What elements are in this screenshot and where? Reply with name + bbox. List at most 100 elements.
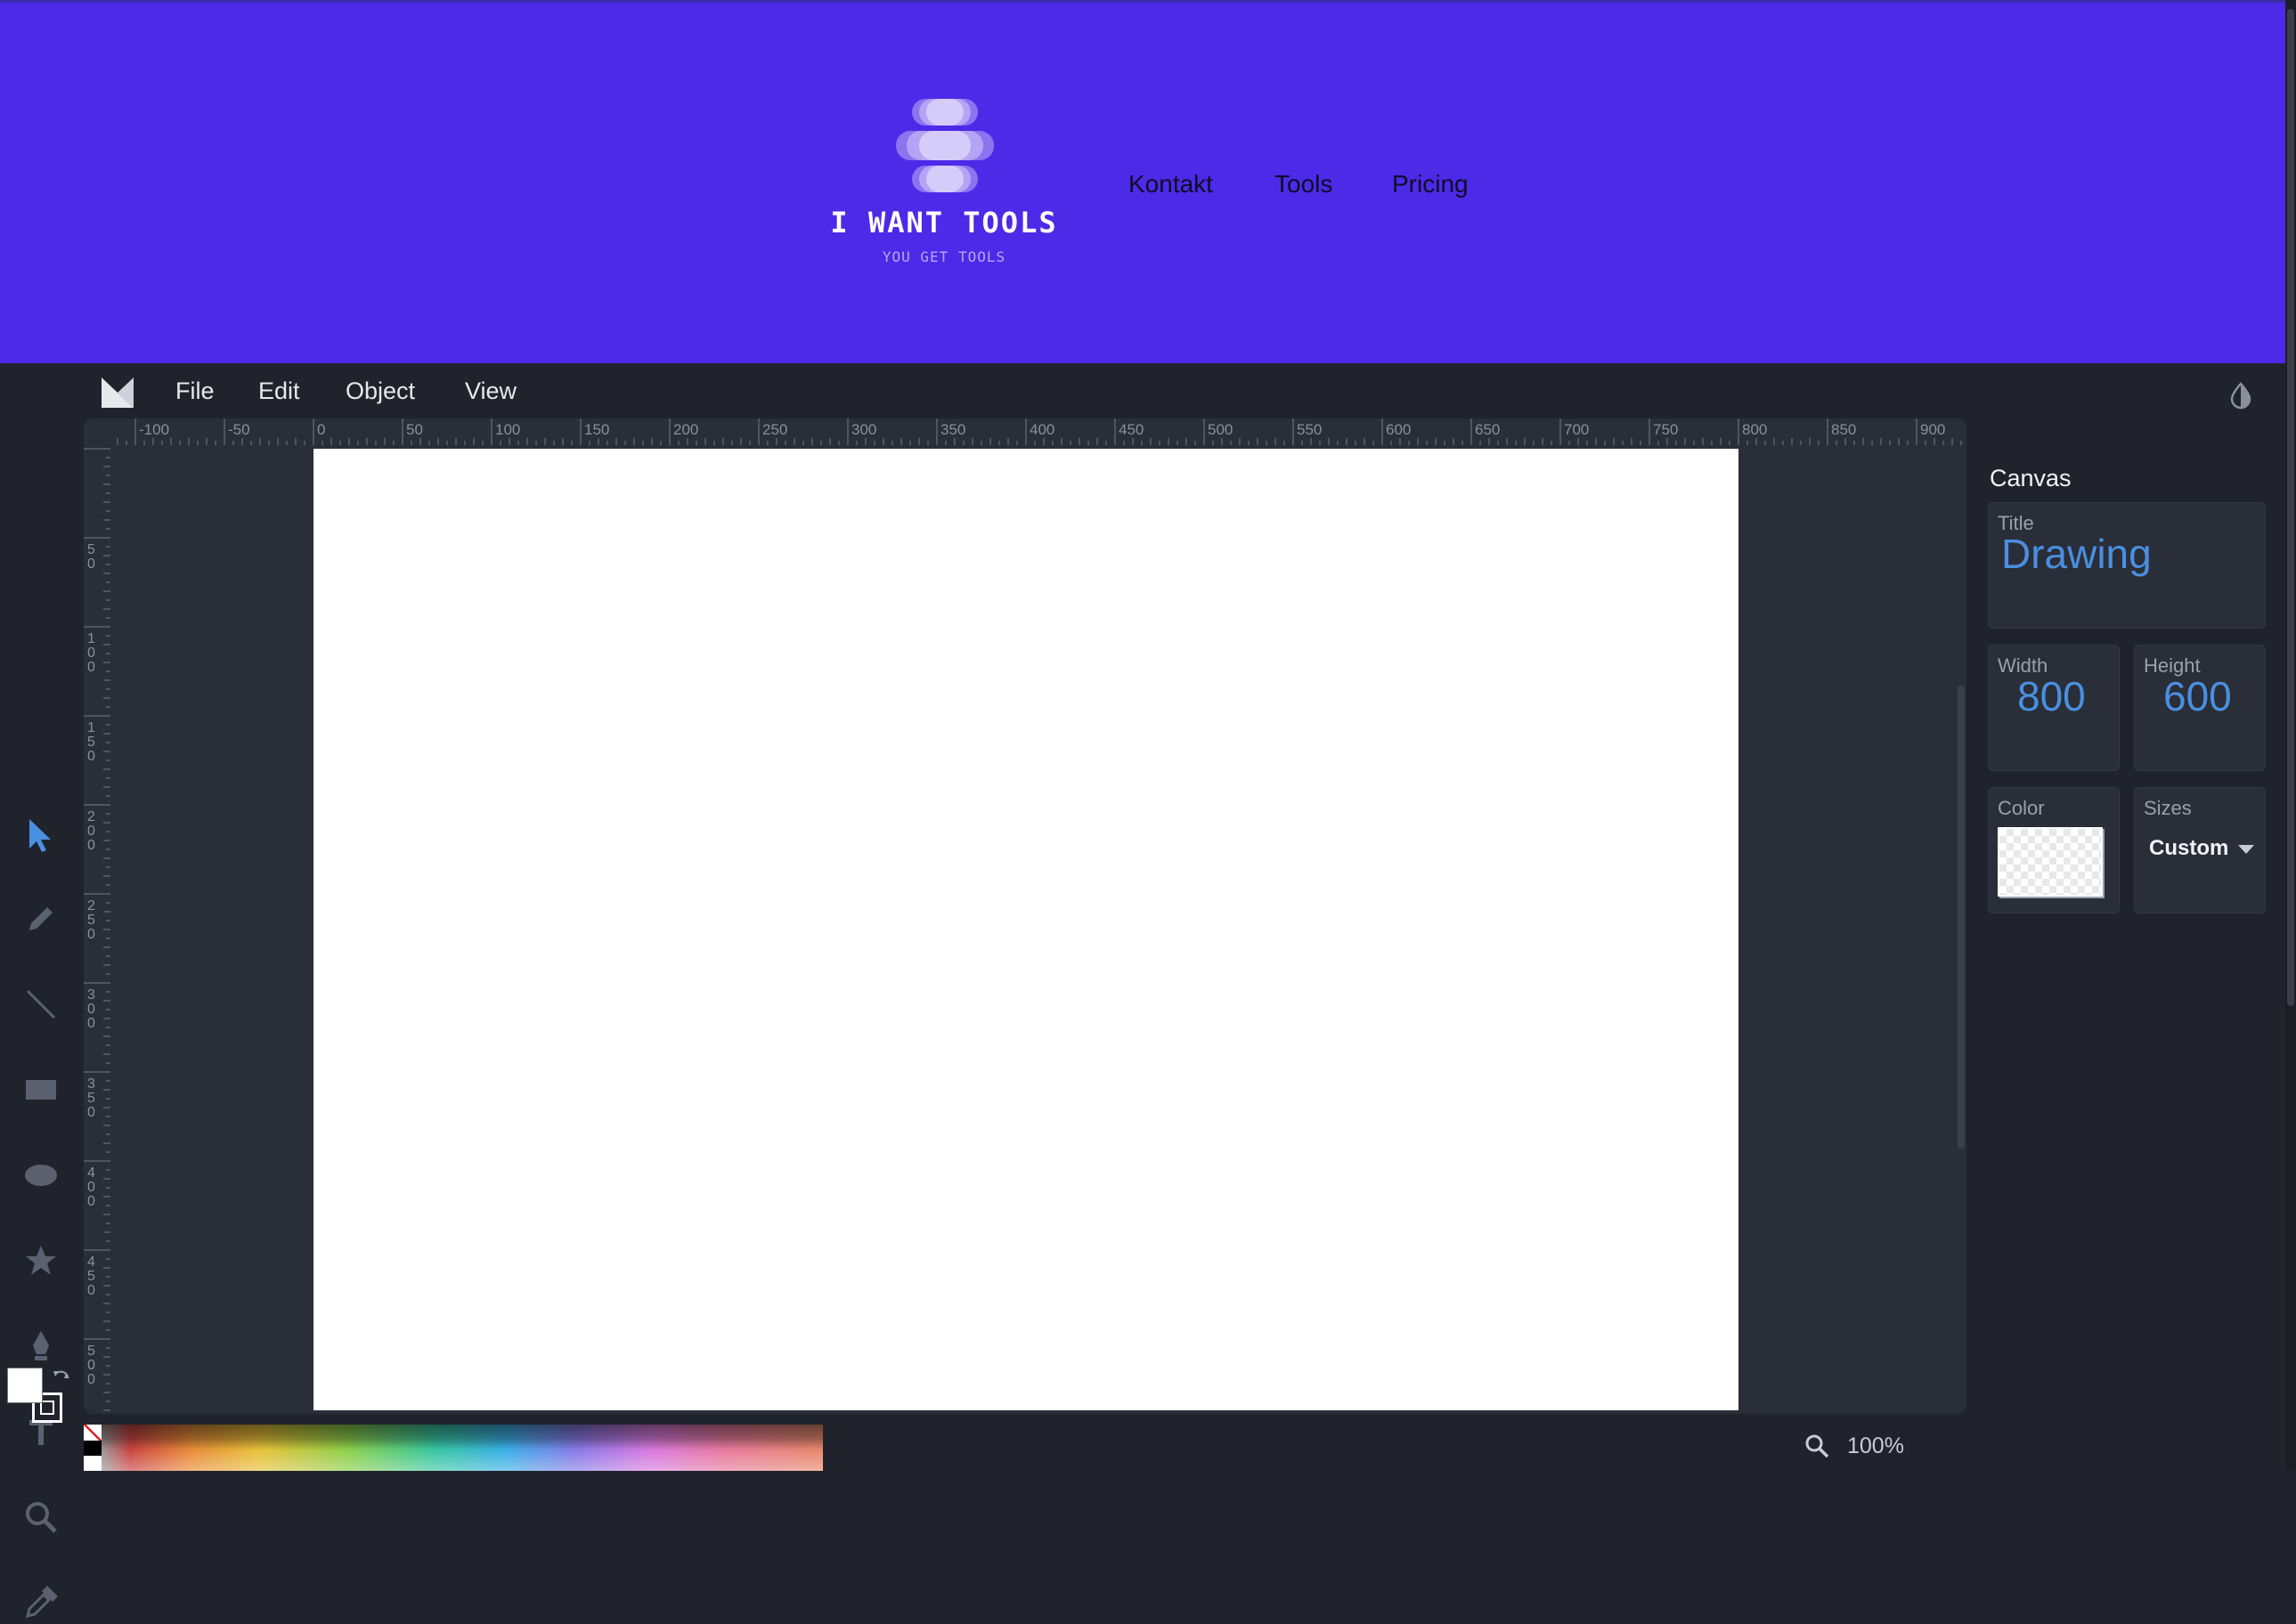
tool-star[interactable] <box>20 1239 62 1282</box>
tool-zoom[interactable] <box>20 1496 62 1539</box>
chevron-down-icon[interactable] <box>2238 845 2254 854</box>
ruler-h-label: 0 <box>317 421 325 438</box>
theme-toggle-icon[interactable] <box>2227 381 2255 410</box>
fill-color-swatch[interactable] <box>7 1368 43 1403</box>
title-field[interactable]: Title Drawing <box>1988 502 2266 629</box>
tool-select[interactable] <box>20 814 62 857</box>
ruler-h-label: 550 <box>1297 421 1322 438</box>
palette-white-color[interactable] <box>84 1456 102 1471</box>
palette-none-color[interactable] <box>84 1425 102 1441</box>
logo-title: I WANT TOOLS <box>830 206 1058 240</box>
page-scrollbar-thumb[interactable] <box>2287 9 2294 1006</box>
drawing-canvas[interactable] <box>313 449 1738 1410</box>
zoom-level[interactable]: 100% <box>1847 1433 1904 1459</box>
ruler-h-label: 100 <box>495 421 520 438</box>
properties-panel: Canvas Title Drawing Width 800 Height 60… <box>1979 452 2273 1432</box>
ruler-v-label: 50 <box>87 542 95 572</box>
height-field[interactable]: Height 600 <box>2134 645 2266 771</box>
page-scrollbar[interactable] <box>2285 0 2296 1471</box>
tool-pencil[interactable] <box>20 897 62 940</box>
zoom-control[interactable]: 100% <box>1803 1428 1936 1464</box>
menu-object[interactable]: Object <box>346 378 415 405</box>
ruler-v-label: 500 <box>87 1344 95 1387</box>
ruler-v-label: 450 <box>87 1255 95 1298</box>
width-value[interactable]: 800 <box>2017 672 2086 720</box>
ruler-h-label: 150 <box>584 421 609 438</box>
height-value[interactable]: 600 <box>2163 672 2232 720</box>
color-field: Color <box>1988 787 2120 914</box>
drawing-editor: File Edit Object View -100 -50 0 50 100 … <box>0 363 2285 1619</box>
nav-link-tools[interactable]: Tools <box>1274 170 1332 199</box>
ruler-h-label: 450 <box>1119 421 1144 438</box>
pen-icon <box>33 1331 49 1360</box>
rectangle-icon <box>26 1080 56 1100</box>
title-value[interactable]: Drawing <box>2001 530 2152 578</box>
line-icon <box>26 989 56 1019</box>
ruler-h-label: 500 <box>1208 421 1233 438</box>
ruler-v-label: 200 <box>87 809 95 853</box>
tool-eyedropper[interactable] <box>20 1581 62 1624</box>
star-icon <box>26 1246 56 1275</box>
ruler-v-label: 150 <box>87 720 95 764</box>
ruler-v-label: 350 <box>87 1076 95 1120</box>
eyedropper-icon <box>25 1586 58 1619</box>
canvas-color-swatch[interactable] <box>1998 827 2103 897</box>
ruler-h-label: 200 <box>673 421 698 438</box>
site-header: I WANT TOOLS YOU GET TOOLS Kontakt Tools… <box>0 0 2296 363</box>
ruler-h-label: 250 <box>762 421 787 438</box>
toolbar <box>0 418 84 1619</box>
zoom-icon <box>26 1502 57 1533</box>
horizontal-ruler: -100 -50 0 50 100 150 200 250 300 350 400 450 500 550… <box>110 418 1966 445</box>
menubar: File Edit Object View <box>0 363 2285 418</box>
menu-file[interactable]: File <box>175 378 215 405</box>
ruler-v-label: 250 <box>87 898 95 942</box>
ruler-h-label: 650 <box>1475 421 1500 438</box>
menu-view[interactable]: View <box>465 378 517 405</box>
color-label: Color <box>1998 797 2045 819</box>
nav-link-kontakt[interactable]: Kontakt <box>1128 170 1213 199</box>
swap-colors-icon[interactable] <box>52 1368 71 1387</box>
ruler-h-label: 350 <box>940 421 965 438</box>
tool-ellipse[interactable] <box>20 1154 62 1197</box>
ruler-h-label: 750 <box>1653 421 1678 438</box>
nav-link-pricing[interactable]: Pricing <box>1392 170 1469 199</box>
ruler-h-label: 50 <box>406 421 423 438</box>
color-swatches <box>7 1368 73 1430</box>
color-palette[interactable] <box>84 1425 823 1471</box>
palette-black-color[interactable] <box>84 1441 102 1456</box>
ruler-h-label: 800 <box>1742 421 1767 438</box>
ruler-h-label: -50 <box>228 421 250 438</box>
ruler-corner <box>84 418 110 445</box>
panel-heading: Canvas <box>1990 465 2072 491</box>
menu-edit[interactable]: Edit <box>258 378 300 405</box>
vertical-ruler: 501001502002503003504004505005 <box>84 445 110 1414</box>
app-logo-icon[interactable] <box>102 378 134 408</box>
ruler-h-label: -100 <box>139 421 169 438</box>
logo-mark-icon <box>896 99 994 192</box>
ruler-h-label: 300 <box>851 421 876 438</box>
pencil-icon <box>29 907 53 930</box>
ruler-v-label: 300 <box>87 987 95 1031</box>
ruler-h-label: 850 <box>1831 421 1856 438</box>
ellipse-icon <box>25 1165 57 1186</box>
tool-rectangle[interactable] <box>20 1068 62 1111</box>
ruler-h-label: 900 <box>1920 421 1945 438</box>
logo-tagline: YOU GET TOOLS <box>882 248 1006 265</box>
tool-pen[interactable] <box>20 1325 62 1368</box>
select-icon <box>29 819 51 852</box>
sizes-select[interactable]: Custom <box>2149 836 2228 861</box>
site-logo[interactable]: I WANT TOOLS YOU GET TOOLS <box>828 99 1060 277</box>
ruler-h-label: 400 <box>1030 421 1054 438</box>
width-field[interactable]: Width 800 <box>1988 645 2120 771</box>
ruler-h-label: 700 <box>1564 421 1589 438</box>
ruler-h-label: 600 <box>1386 421 1411 438</box>
sizes-field[interactable]: Sizes Custom <box>2134 787 2266 914</box>
ruler-v-label: 100 <box>87 631 95 675</box>
workspace-scrollbar[interactable] <box>1958 686 1965 1149</box>
tool-line[interactable] <box>20 983 62 1026</box>
sizes-label: Sizes <box>2144 797 2192 819</box>
workspace[interactable]: -100 -50 0 50 100 150 200 250 300 350 400 450 500 550… <box>84 418 1966 1414</box>
palette-color-grid[interactable] <box>102 1425 823 1471</box>
ruler-v-label: 400 <box>87 1165 95 1209</box>
zoom-magnifier-icon <box>1805 1434 1829 1458</box>
